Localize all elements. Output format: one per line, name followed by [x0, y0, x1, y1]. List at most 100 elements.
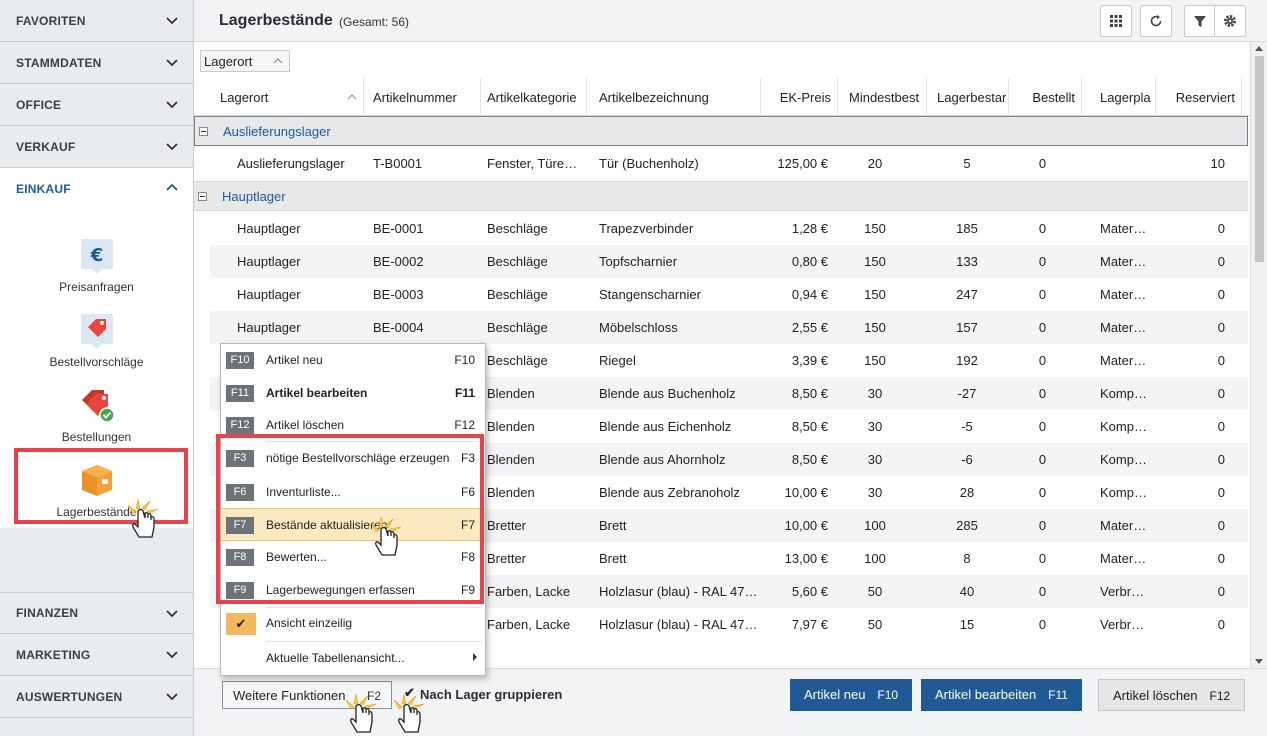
- page-title: Lagerbestände: [219, 12, 333, 29]
- cell-bestellt: 0: [1038, 518, 1047, 533]
- collapse-icon[interactable]: [199, 127, 208, 136]
- group-row-auslieferungslager[interactable]: Auslieferungslager: [194, 116, 1248, 146]
- column-header-lagerplatz[interactable]: Lagerpla: [1094, 78, 1156, 116]
- shortcut-bestellungen[interactable]: Bestellungen: [20, 384, 173, 454]
- cell-lagerort: Hauptlager: [237, 254, 301, 269]
- shortcut-key: F12: [454, 418, 475, 432]
- cell-bezeichnung: Blende aus Ahornholz: [599, 452, 726, 467]
- click-cursor-icon: [370, 516, 402, 556]
- cell-mindestbestand: 30: [867, 419, 883, 434]
- column-header-reserviert[interactable]: Reserviert: [1156, 78, 1242, 116]
- cell-kategorie: Beschläge: [487, 254, 548, 269]
- table-row[interactable]: Hauptlager BE-0003 Beschläge Stangenscharni…: [210, 278, 1248, 311]
- group-row-hauptlager[interactable]: Hauptlager: [194, 181, 1248, 211]
- scroll-down-icon[interactable]: [1255, 659, 1263, 664]
- cell-lagerort: Hauptlager: [237, 320, 301, 335]
- refresh-icon: [1150, 15, 1162, 27]
- layout-button[interactable]: [1100, 5, 1132, 37]
- cell-lagerplatz: Mater…: [1100, 287, 1147, 302]
- column-header-ek-preis[interactable]: EK-Preis: [761, 78, 838, 116]
- shortcut-preisanfragen[interactable]: € Preisanfragen: [20, 234, 173, 304]
- cell-mindestbestand: 100: [864, 518, 886, 533]
- nav-section-favoriten[interactable]: FAVORITEN: [0, 0, 193, 42]
- sidebar: FAVORITEN STAMMDATEN OFFICE VERKAUF EINK…: [0, 0, 194, 736]
- column-header-lagerort[interactable]: Lagerort: [214, 78, 364, 116]
- refresh-button[interactable]: [1140, 5, 1172, 37]
- click-cursor-icon: [127, 498, 159, 538]
- shortcut-label: Preisanfragen: [59, 280, 134, 294]
- cell-mindestbestand: 20: [867, 156, 883, 171]
- column-header-lagerbestand[interactable]: Lagerbestar: [931, 78, 1009, 116]
- shortcut-bestellvorschlaege[interactable]: Bestellvorschläge: [20, 309, 173, 379]
- scroll-up-icon[interactable]: [1255, 46, 1263, 51]
- cell-reserviert: 10: [1210, 156, 1225, 171]
- cell-bestellt: 0: [1038, 287, 1047, 302]
- column-header-bestellt[interactable]: Bestellt: [1010, 78, 1082, 116]
- cell-ek-preis: 8,50 €: [791, 419, 828, 434]
- nav-section-office[interactable]: OFFICE: [0, 84, 193, 126]
- column-header-artikelbezeichnung[interactable]: Artikelbezeichnung: [593, 78, 761, 116]
- scroll-thumb[interactable]: [1255, 56, 1264, 262]
- euro-document-icon: €: [80, 239, 113, 274]
- column-header-label: Lagerbestar: [937, 90, 1007, 105]
- cell-mindestbestand: 30: [867, 386, 883, 401]
- cell-lagerplatz: [1100, 147, 1160, 180]
- nav-section-label: OFFICE: [16, 97, 62, 112]
- chevron-down-icon: [166, 693, 178, 701]
- cell-lagerplatz: Komp…: [1100, 419, 1147, 434]
- column-header-artikelnummer[interactable]: Artikelnummer: [367, 78, 481, 116]
- cell-kategorie: Blenden: [487, 452, 535, 467]
- menu-item-view-single-line[interactable]: ✔ Ansicht einzeilig: [221, 607, 485, 640]
- menu-item-table-view[interactable]: Aktuelle Tabellenansicht...: [221, 642, 485, 675]
- collapse-icon[interactable]: [198, 192, 207, 201]
- nav-section-auswertungen[interactable]: AUSWERTUNGEN: [0, 676, 193, 718]
- table-row[interactable]: Hauptlager BE-0001 Beschläge Trapezverbinde…: [210, 212, 1248, 245]
- table-row[interactable]: Auslieferungslager T-B0001 Fenster, Türe…: [210, 147, 1248, 180]
- shortcut-key: F11: [1048, 688, 1068, 702]
- cell-ek-preis: 1,28 €: [791, 221, 828, 236]
- cell-artikelnummer: T-B0001: [373, 156, 423, 171]
- cell-mindestbestand: 150: [864, 287, 886, 302]
- menu-item-f10[interactable]: F10 Artikel neu F10: [221, 344, 485, 377]
- cell-mindestbestand: 30: [867, 485, 883, 500]
- cell-ek-preis: 0,80 €: [791, 254, 828, 269]
- cell-mindestbestand: 150: [864, 254, 886, 269]
- cell-mindestbestand: 150: [864, 221, 886, 236]
- menu-item-f11[interactable]: F11 Artikel bearbeiten F11: [221, 377, 485, 410]
- cell-lagerplatz: Mater…: [1100, 320, 1147, 335]
- cell-kategorie: Beschläge: [487, 353, 548, 368]
- cell-lagerort: Hauptlager: [237, 287, 301, 302]
- column-header-mindestbestand[interactable]: Mindestbest: [843, 78, 927, 116]
- cell-lagerbestand: 8: [963, 551, 971, 566]
- vertical-scrollbar[interactable]: [1250, 42, 1267, 668]
- cell-lagerbestand: 285: [956, 518, 978, 533]
- cell-lagerbestand: -5: [961, 419, 973, 434]
- nav-section-marketing[interactable]: MARKETING: [0, 634, 193, 676]
- button-label: Artikel neu: [804, 687, 866, 702]
- cell-bestellt: 0: [1038, 617, 1047, 632]
- delete-article-button[interactable]: Artikel löschen F12: [1098, 679, 1246, 711]
- edit-article-button[interactable]: Artikel bearbeiten F11: [921, 679, 1082, 711]
- group-by-chip[interactable]: Lagerort: [200, 50, 290, 72]
- settings-button[interactable]: [1214, 5, 1246, 37]
- table-row[interactable]: Hauptlager BE-0004 Beschläge Möbelschloss 2,…: [210, 311, 1248, 344]
- column-header-artikelkategorie[interactable]: Artikelkategorie: [481, 78, 587, 116]
- filter-button[interactable]: [1184, 5, 1216, 37]
- cell-reserviert: 0: [1217, 485, 1225, 500]
- cell-reserviert: 0: [1217, 584, 1225, 599]
- nav-section-verkauf[interactable]: VERKAUF: [0, 126, 193, 168]
- click-cursor-icon: [393, 693, 425, 733]
- cell-kategorie: Fenster, Türe…: [487, 156, 578, 171]
- chevron-down-icon: [166, 17, 178, 25]
- nav-section-stammdaten[interactable]: STAMMDATEN: [0, 42, 193, 84]
- cell-mindestbestand: 100: [864, 551, 886, 566]
- cell-mindestbestand: 50: [867, 617, 883, 632]
- nav-section-finanzen[interactable]: FINANZEN: [0, 592, 193, 634]
- page-header: Lagerbestände (Gesamt: 56): [194, 0, 1267, 42]
- key-badge: F12: [226, 417, 254, 434]
- cell-ek-preis: 10,00 €: [784, 518, 828, 533]
- table-row[interactable]: Hauptlager BE-0002 Beschläge Topfscharnier 0…: [210, 245, 1248, 278]
- cell-bezeichnung: Topfscharnier: [599, 254, 678, 269]
- nav-section-einkauf[interactable]: EINKAUF: [0, 168, 193, 210]
- new-article-button[interactable]: Artikel neu F10: [790, 679, 913, 711]
